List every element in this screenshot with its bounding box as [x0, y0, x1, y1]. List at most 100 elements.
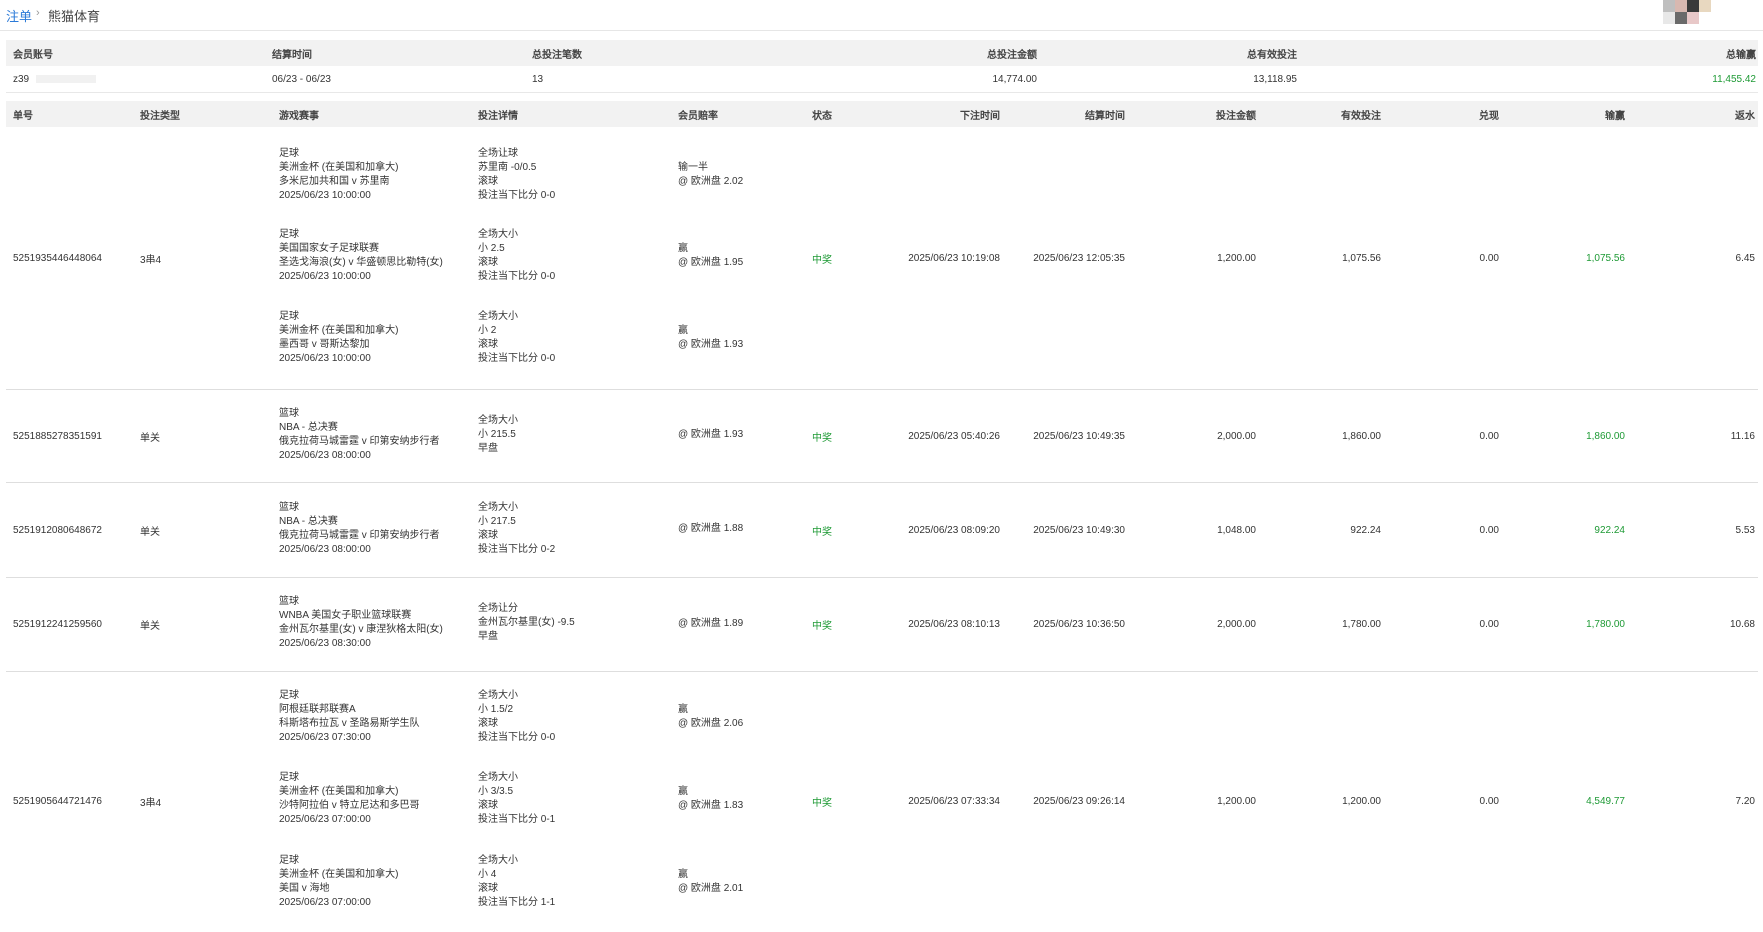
breadcrumb-root-link[interactable]: 注单	[6, 6, 32, 25]
event-match: 金州瓦尔基里(女) v 康涅狄格太阳(女)	[279, 624, 443, 635]
bet-amount: 2,000.00	[1217, 430, 1256, 442]
leg-odds: 赢 @ 欧洲盘 2.06	[678, 703, 743, 731]
event-time: 2025/06/23 08:00:00	[279, 450, 371, 461]
summary-header-amount: 总投注金额	[987, 49, 1037, 61]
detail-selection: 小 2.5	[478, 243, 505, 254]
bet-time: 2025/06/23 05:40:26	[908, 430, 1000, 442]
detail-market: 全场大小	[478, 229, 518, 240]
col-header-status: 状态	[812, 110, 832, 122]
winloss-amount: 1,780.00	[1586, 619, 1625, 630]
leg-odds: 赢 @ 欧洲盘 2.01	[678, 868, 743, 896]
detail-selection: 小 2	[478, 325, 497, 336]
cashout-amount: 0.00	[1479, 252, 1499, 264]
summary-header-settle-time: 结算时间	[272, 49, 312, 61]
leg-event: 足球 美国国家女子足球联赛 圣选戈海浪(女) v 华盛顿思比勒特(女) 2025…	[279, 228, 443, 284]
odds-value: @ 欧洲盘 1.93	[678, 429, 744, 440]
bet-time: 2025/06/23 08:09:20	[908, 524, 1000, 536]
leg-odds: 赢 @ 欧洲盘 1.93	[678, 324, 743, 352]
event-time: 2025/06/23 10:00:00	[279, 190, 371, 201]
leg-event: 篮球 WNBA 美国女子职业篮球联赛 金州瓦尔基里(女) v 康涅狄格太阳(女)…	[279, 595, 443, 651]
event-time: 2025/06/23 07:00:00	[279, 897, 371, 908]
leg-odds: @ 欧洲盘 1.93	[678, 428, 743, 442]
odds-value: @ 欧洲盘 1.83	[678, 800, 744, 811]
detail-phase: 滚球	[478, 530, 498, 541]
col-header-bet-time: 下注时间	[960, 110, 1000, 122]
detail-market: 全场大小	[478, 855, 518, 866]
detail-market: 全场大小	[478, 772, 518, 783]
summary-count: 13	[532, 73, 544, 85]
col-header-odds: 会员赔率	[678, 110, 718, 122]
detail-phase: 早盘	[478, 631, 498, 642]
table-row[interactable]: 5251935446448064 3串4 中奖 2025/06/23 10:19…	[6, 127, 1758, 390]
winloss-amount: 1,075.56	[1586, 252, 1625, 264]
event-sport: 足球	[279, 855, 299, 866]
bet-id: 5251912241259560	[13, 619, 102, 630]
detail-phase: 滚球	[478, 883, 498, 894]
event-league: WNBA 美国女子职业篮球联赛	[279, 610, 412, 621]
detail-selection: 小 217.5	[478, 516, 516, 527]
detail-selection: 小 4	[478, 869, 497, 880]
table-row[interactable]: 5251912080648672 单关 中奖 2025/06/23 08:09:…	[6, 483, 1758, 578]
event-sport: 篮球	[279, 408, 299, 419]
detail-score: 投注当下比分 1-1	[478, 897, 556, 908]
detail-phase: 滚球	[478, 718, 498, 729]
detail-market: 全场大小	[478, 690, 518, 701]
bet-type: 单关	[140, 621, 160, 632]
leg-event: 篮球 NBA - 总决赛 俄克拉荷马城雷霆 v 印第安纳步行者 2025/06/…	[279, 407, 440, 463]
settle-time: 2025/06/23 09:26:14	[1033, 795, 1125, 807]
col-header-type: 投注类型	[140, 110, 180, 122]
valid-amount: 1,075.56	[1342, 252, 1381, 264]
leg-event: 足球 美洲金杯 (在美国和加拿大) 美国 v 海地 2025/06/23 07:…	[279, 854, 398, 910]
breadcrumb-separator-icon: ›	[36, 7, 40, 19]
settle-time: 2025/06/23 12:05:35	[1033, 252, 1125, 264]
table-row[interactable]: 5251885278351591 单关 中奖 2025/06/23 05:40:…	[6, 390, 1758, 483]
detail-phase: 滚球	[478, 257, 498, 268]
event-time: 2025/06/23 07:00:00	[279, 814, 371, 825]
leg-detail: 全场大小 小 2 滚球 投注当下比分 0-0	[478, 310, 555, 366]
winloss-amount: 922.24	[1594, 524, 1625, 536]
event-league: NBA - 总决赛	[279, 422, 338, 433]
table-row[interactable]: 5251905644721476 3串4 中奖 2025/06/23 07:33…	[6, 672, 1758, 932]
event-match: 美国 v 海地	[279, 883, 330, 894]
leg-event: 足球 美洲金杯 (在美国和加拿大) 多米尼加共和国 v 苏里南 2025/06/…	[279, 147, 398, 203]
bet-type: 单关	[140, 526, 160, 538]
summary-header-count: 总投注笔数	[532, 49, 582, 61]
odds-value: @ 欧洲盘 2.06	[678, 718, 744, 729]
odds-result: 赢	[678, 786, 688, 797]
cashout-amount: 0.00	[1479, 524, 1499, 536]
col-header-detail: 投注详情	[478, 110, 518, 122]
summary-valid: 13,118.95	[1253, 73, 1297, 85]
event-time: 2025/06/23 08:30:00	[279, 638, 371, 649]
breadcrumb-current: 熊猫体育	[48, 9, 101, 24]
event-match: 墨西哥 v 哥斯达黎加	[279, 339, 370, 350]
rebate-amount: 10.68	[1729, 619, 1755, 630]
summary-period: 06/23 - 06/23	[272, 73, 331, 85]
user-avatar-icon[interactable]	[1663, 0, 1711, 28]
event-league: 美洲金杯 (在美国和加拿大)	[279, 162, 399, 173]
event-time: 2025/06/23 10:00:00	[279, 353, 371, 364]
top-bar: 注单 › 熊猫体育	[0, 0, 1763, 31]
summary-row: z39 06/23 - 06/23 13 14,774.00 13,118.95…	[6, 66, 1758, 93]
cashout-amount: 0.00	[1479, 795, 1499, 807]
table-row[interactable]: 5251912241259560 单关 中奖 2025/06/23 08:10:…	[6, 578, 1758, 672]
odds-value: @ 欧洲盘 1.88	[678, 523, 744, 534]
bet-time: 2025/06/23 08:10:13	[908, 619, 1000, 630]
summary-header-valid: 总有效投注	[1247, 49, 1297, 61]
settle-time: 2025/06/23 10:49:35	[1033, 430, 1125, 442]
bet-id: 5251885278351591	[13, 430, 102, 442]
col-header-cashout: 兑现	[1479, 110, 1499, 122]
col-header-settle-time: 结算时间	[1085, 110, 1125, 122]
detail-market: 全场大小	[478, 502, 518, 513]
status-badge: 中奖	[812, 621, 832, 632]
odds-result: 赢	[678, 869, 688, 880]
cashout-amount: 0.00	[1479, 430, 1499, 442]
leg-detail: 全场大小 小 3/3.5 滚球 投注当下比分 0-1	[478, 771, 555, 827]
bet-time: 2025/06/23 10:19:08	[908, 252, 1000, 264]
event-time: 2025/06/23 10:00:00	[279, 271, 371, 282]
event-match: 圣选戈海浪(女) v 华盛顿思比勒特(女)	[279, 257, 443, 268]
summary-account: z39	[13, 73, 30, 85]
winloss-amount: 1,860.00	[1586, 430, 1625, 442]
detail-market: 全场让分	[478, 603, 518, 614]
event-sport: 足球	[279, 690, 299, 701]
col-header-event: 游戏赛事	[279, 110, 319, 122]
